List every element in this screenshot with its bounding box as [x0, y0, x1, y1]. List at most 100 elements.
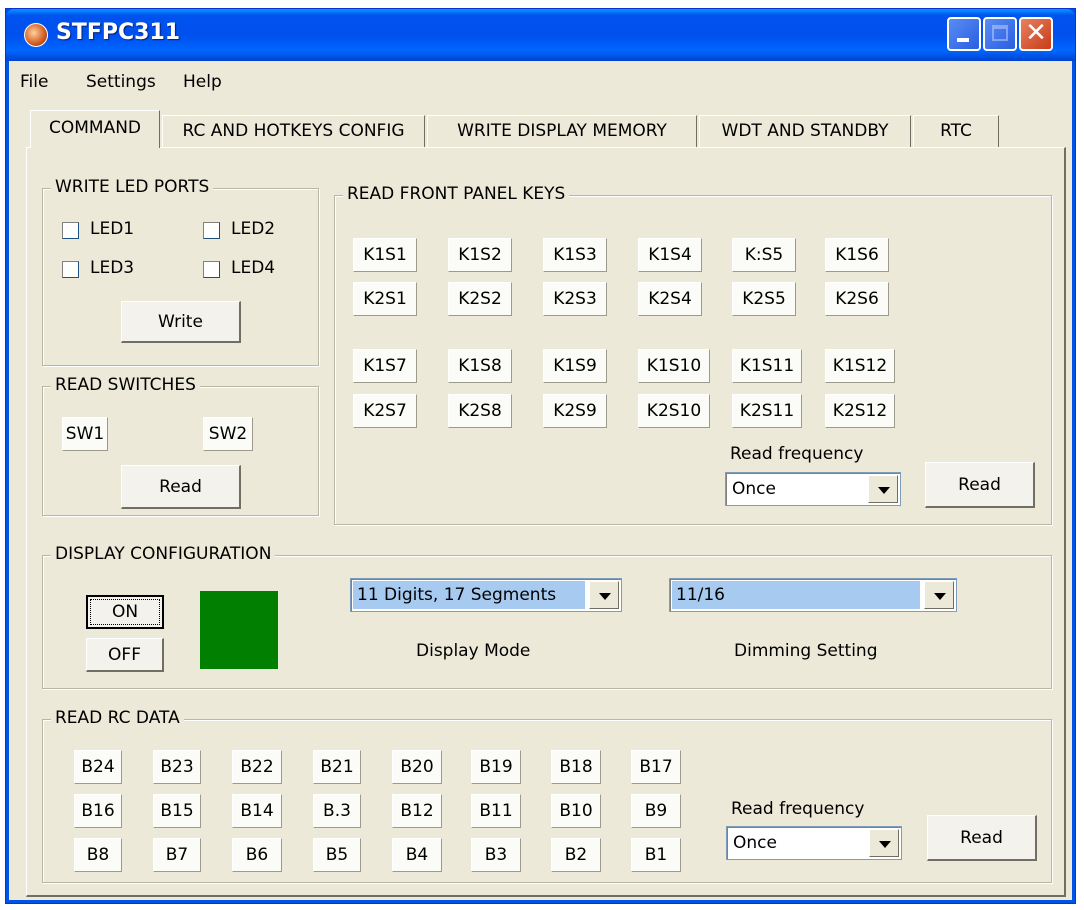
app-icon	[24, 23, 48, 47]
key-k2s5: K2S5	[732, 282, 796, 316]
read-switches-button[interactable]: Read	[121, 465, 241, 509]
rc-b5: B5	[313, 838, 361, 872]
rc-b12: B12	[392, 794, 442, 828]
rc-b24: B24	[74, 750, 122, 784]
read-front-panel-keys-label: READ FRONT PANEL KEYS	[343, 184, 570, 204]
key-k2s4: K2S4	[638, 282, 702, 316]
read-switches-group: READ SWITCHES SW1 SW2 Read	[42, 375, 319, 516]
rc-b7: B7	[153, 838, 201, 872]
display-status-indicator	[200, 591, 278, 669]
command-tab-panel: WRITE LED PORTS LED1 LED2 LED3 LED4 Writ…	[26, 147, 1066, 897]
led3-label: LED3	[90, 258, 135, 278]
maximize-button[interactable]	[983, 17, 1017, 51]
read-rc-data-button[interactable]: Read	[927, 815, 1037, 861]
key-k2s3: K2S3	[543, 282, 607, 316]
tab-rc-and-hotkeys-config[interactable]: RC AND HOTKEYS CONFIG	[162, 115, 425, 147]
chevron-down-icon[interactable]	[589, 581, 619, 609]
rc-b14: B14	[232, 794, 282, 828]
rc-b13: B.3	[313, 794, 361, 828]
rc-b16: B16	[74, 794, 122, 828]
chevron-down-icon[interactable]	[924, 581, 954, 609]
menu-settings[interactable]: Settings	[86, 72, 156, 92]
menu-help[interactable]: Help	[183, 72, 222, 92]
chevron-down-icon[interactable]	[869, 829, 899, 857]
key-k2s9: K2S9	[543, 394, 607, 428]
display-on-button[interactable]: ON	[86, 595, 164, 629]
read-switches-label: READ SWITCHES	[51, 375, 200, 395]
write-led-ports-label: WRITE LED PORTS	[51, 177, 214, 197]
key-k2s6: K2S6	[825, 282, 889, 316]
display-configuration-label: DISPLAY CONFIGURATION	[51, 544, 276, 564]
led3-checkbox[interactable]	[62, 261, 79, 278]
led4-label: LED4	[231, 258, 276, 278]
rc-b18: B18	[551, 750, 601, 784]
display-mode-select[interactable]: 11 Digits, 17 Segments	[350, 578, 622, 612]
minimize-icon	[949, 19, 979, 49]
rc-b8: B8	[74, 838, 122, 872]
maximize-icon	[985, 19, 1015, 49]
read-front-panel-keys-group: READ FRONT PANEL KEYS K1S1 K1S2 K1S3 K1S…	[334, 184, 1052, 525]
key-k1s4: K1S4	[638, 238, 702, 272]
key-k1s5: K:S5	[732, 238, 796, 272]
rc-b21: B21	[313, 750, 361, 784]
key-k1s7: K1S7	[353, 349, 417, 383]
read-rc-data-label: READ RC DATA	[51, 708, 184, 728]
rc-read-frequency-select[interactable]: Once	[726, 826, 902, 860]
app-window: STFPC311 ✕ File Settings Help COMMAND RC…	[5, 8, 1076, 904]
display-off-button[interactable]: OFF	[86, 638, 164, 672]
rc-b9: B9	[631, 794, 681, 828]
key-k1s6: K1S6	[825, 238, 889, 272]
key-k1s9: K1S9	[543, 349, 607, 383]
tab-rtc[interactable]: RTC	[913, 115, 999, 147]
write-led-button[interactable]: Write	[121, 301, 241, 343]
menu-bar: File Settings Help	[10, 69, 1070, 99]
rc-b11: B11	[471, 794, 521, 828]
key-k1s10: K1S10	[638, 349, 710, 383]
rc-b2: B2	[551, 838, 601, 872]
close-icon: ✕	[1025, 18, 1047, 48]
led1-checkbox[interactable]	[62, 222, 79, 239]
front-panel-read-frequency-value: Once	[732, 479, 776, 499]
rc-b1: B1	[631, 838, 681, 872]
tab-command[interactable]: COMMAND	[30, 110, 160, 148]
chevron-down-icon[interactable]	[868, 475, 898, 503]
display-configuration-group: DISPLAY CONFIGURATION ON OFF 11 Digits, …	[42, 544, 1052, 689]
key-k2s12: K2S12	[825, 394, 895, 428]
front-panel-read-frequency-label: Read frequency	[730, 444, 864, 464]
rc-read-frequency-value: Once	[733, 833, 777, 853]
rc-b22: B22	[232, 750, 282, 784]
dimming-setting-value: 11/16	[672, 581, 920, 609]
rc-b17: B17	[631, 750, 681, 784]
rc-b19: B19	[471, 750, 521, 784]
key-k2s10: K2S10	[638, 394, 710, 428]
rc-b3: B3	[471, 838, 521, 872]
sw2-indicator: SW2	[203, 417, 253, 451]
close-button[interactable]: ✕	[1019, 17, 1053, 51]
rc-b4: B4	[392, 838, 442, 872]
title-bar[interactable]: STFPC311 ✕	[6, 9, 1075, 61]
tab-wdt-and-standby[interactable]: WDT AND STANDBY	[699, 115, 911, 147]
window-title: STFPC311	[56, 20, 181, 45]
led1-label: LED1	[90, 219, 135, 239]
rc-b23: B23	[153, 750, 201, 784]
dimming-setting-label: Dimming Setting	[734, 641, 878, 661]
key-k1s12: K1S12	[825, 349, 895, 383]
display-mode-value: 11 Digits, 17 Segments	[353, 581, 585, 609]
led4-checkbox[interactable]	[203, 261, 220, 278]
front-panel-read-frequency-select[interactable]: Once	[725, 472, 901, 506]
rc-read-frequency-label: Read frequency	[731, 799, 865, 819]
menu-file[interactable]: File	[20, 72, 48, 92]
key-k1s11: K1S11	[732, 349, 802, 383]
key-k2s1: K2S1	[353, 282, 417, 316]
read-rc-data-group: READ RC DATA B24 B23 B22 B21 B20 B19 B18…	[42, 708, 1052, 883]
minimize-button[interactable]	[947, 17, 981, 51]
key-k2s8: K2S8	[448, 394, 512, 428]
read-front-panel-keys-button[interactable]: Read	[925, 462, 1035, 508]
led2-checkbox[interactable]	[203, 222, 220, 239]
key-k2s7: K2S7	[353, 394, 417, 428]
key-k2s2: K2S2	[448, 282, 512, 316]
dimming-setting-select[interactable]: 11/16	[669, 578, 957, 612]
tab-write-display-memory[interactable]: WRITE DISPLAY MEMORY	[427, 115, 697, 147]
write-led-ports-group: WRITE LED PORTS LED1 LED2 LED3 LED4 Writ…	[42, 177, 319, 366]
sw1-indicator: SW1	[62, 417, 108, 451]
